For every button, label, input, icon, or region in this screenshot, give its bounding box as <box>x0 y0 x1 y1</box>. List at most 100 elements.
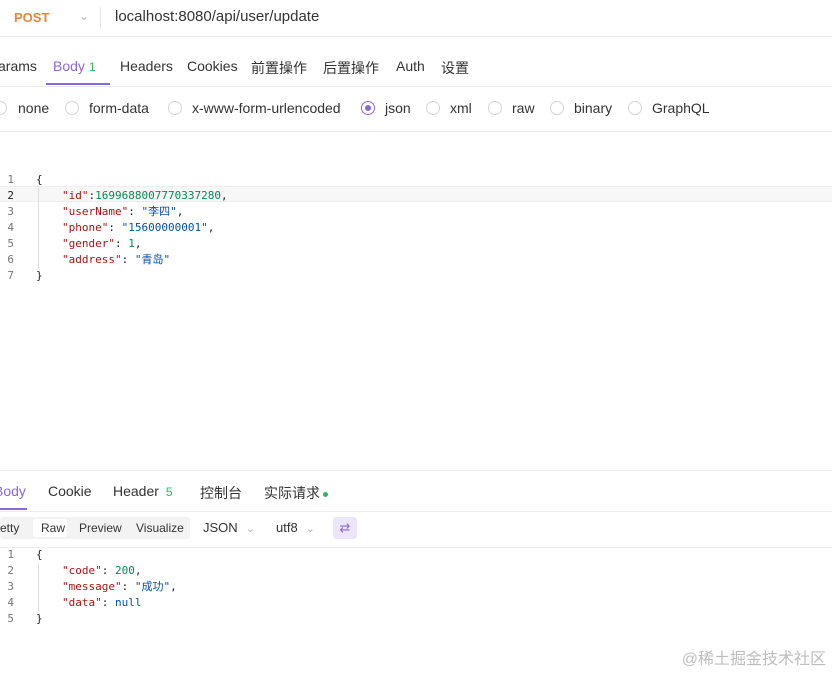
response-tabs: Body Cookie Header 5 控制台 实际请求 <box>0 470 832 512</box>
encoding-select-value: utf8 <box>276 520 298 535</box>
line-number: 5 <box>7 612 14 625</box>
line-number: 2 <box>7 564 14 577</box>
tab-pre-processors[interactable]: 前置操作 <box>251 58 307 78</box>
tab-actual-request-label: 实际请求 <box>264 485 320 501</box>
json-sep: : <box>101 596 115 609</box>
json-key: "phone" <box>62 221 109 234</box>
tab-actual-request[interactable]: 实际请求 <box>264 483 328 503</box>
tab-header-label: Header <box>113 483 159 499</box>
format-select-value: JSON <box>203 520 238 535</box>
radio-label: json <box>385 100 411 116</box>
watermark: @稀土掘金技术社区 <box>681 651 826 668</box>
line-number: 2 <box>7 189 14 202</box>
view-pretty-button[interactable]: retty <box>0 520 19 536</box>
format-select[interactable]: JSON ⌄ <box>203 520 255 535</box>
tab-headers[interactable]: Headers <box>120 58 173 74</box>
tab-params[interactable]: arams <box>0 58 37 74</box>
radio-label: x-www-form-urlencoded <box>192 100 341 116</box>
json-key: "address" <box>62 253 122 266</box>
json-value: 1699688007770337280 <box>95 189 221 202</box>
tab-cookies[interactable]: Cookies <box>187 58 238 74</box>
tab-body-count: 1 <box>88 60 96 74</box>
url-bar: POST ⌄ localhost:8080/api/user/update <box>0 0 832 37</box>
tab-body-label: Body <box>53 58 85 74</box>
json-comma: , <box>207 221 215 234</box>
tab-body[interactable]: Body 1 <box>53 58 96 74</box>
json-sep: : <box>128 205 142 218</box>
radio-circle[interactable] <box>0 101 7 115</box>
json-comma: , <box>134 237 142 250</box>
json-value: "15600000001" <box>121 221 208 234</box>
radio-circle[interactable] <box>65 101 79 115</box>
json-sep: : <box>114 237 129 250</box>
radio-label: raw <box>512 100 535 116</box>
radio-circle[interactable] <box>488 101 502 115</box>
radio-circle[interactable] <box>628 101 642 115</box>
code-line: "message": "成功", <box>62 579 177 595</box>
line-number: 4 <box>7 596 14 609</box>
json-key: "id" <box>62 189 89 202</box>
chevron-down-icon: ⌄ <box>245 523 255 535</box>
radio-circle[interactable] <box>426 101 440 115</box>
json-comma: , <box>170 580 177 593</box>
tab-auth[interactable]: Auth <box>396 58 425 74</box>
code-line: "gender": 1, <box>62 236 141 252</box>
body-type-selector: none form-data x-www-form-urlencoded jso… <box>0 86 832 132</box>
json-value: 1 <box>128 237 135 250</box>
json-sep: : <box>108 221 122 234</box>
json-key: "code" <box>62 564 102 577</box>
line-number: 6 <box>7 253 14 266</box>
view-mode-group: retty Raw Preview Visualize <box>0 517 190 539</box>
response-toolbar: retty Raw Preview Visualize JSON⌄ utf8⌄ … <box>0 511 832 548</box>
code-brace-open: { <box>36 548 43 561</box>
json-key: "data" <box>62 596 102 609</box>
view-raw-button[interactable]: Raw <box>41 520 65 536</box>
json-key: "gender" <box>62 237 115 250</box>
status-dot-icon <box>323 491 328 497</box>
json-value: 200 <box>115 564 135 577</box>
url-input[interactable]: localhost:8080/api/user/update <box>115 8 319 25</box>
radio-circle[interactable] <box>168 101 182 115</box>
line-number: 5 <box>7 237 14 250</box>
line-number: 1 <box>7 548 14 561</box>
active-tab-indicator <box>0 508 27 510</box>
divider <box>100 7 101 29</box>
json-value: "李四" <box>141 205 177 218</box>
tab-header-count: 5 <box>165 485 173 499</box>
json-comma: , <box>220 189 228 202</box>
radio-circle[interactable] <box>550 101 564 115</box>
line-number: 3 <box>7 580 14 593</box>
code-line: "data": null <box>62 595 142 611</box>
view-visualize-button[interactable]: Visualize <box>136 520 184 536</box>
code-line: "userName": "李四", <box>62 204 183 220</box>
tab-response-header[interactable]: Header 5 <box>113 483 173 499</box>
chevron-down-icon[interactable]: ⌄ <box>79 9 89 23</box>
active-tab-indicator <box>46 83 110 85</box>
line-number: 4 <box>7 221 14 234</box>
tab-response-body[interactable]: Body <box>0 483 26 499</box>
code-line: "code": 200, <box>62 563 142 579</box>
line-number: 3 <box>7 205 14 218</box>
indent-guide <box>38 563 39 611</box>
tab-post-processors[interactable]: 后置操作 <box>323 58 379 78</box>
radio-label: none <box>18 100 50 116</box>
encoding-select[interactable]: utf8 ⌄ <box>276 520 315 535</box>
request-tabs: arams Body 1 Headers Cookies 前置操作 后置操作 Au… <box>0 36 832 87</box>
line-number: 1 <box>7 173 14 186</box>
radio-circle-selected[interactable] <box>361 101 375 115</box>
tab-settings[interactable]: 设置 <box>441 58 469 78</box>
method-select[interactable]: POST <box>14 10 49 25</box>
json-sep: : <box>101 564 115 577</box>
wrap-lines-icon: ⇄ <box>339 520 351 535</box>
code-brace-close: } <box>36 269 43 282</box>
tab-response-cookie[interactable]: Cookie <box>48 483 92 499</box>
radio-label: GraphQL <box>652 100 710 116</box>
code-brace-close: } <box>36 612 43 625</box>
json-comma: , <box>134 564 142 577</box>
tab-console[interactable]: 控制台 <box>200 483 242 503</box>
wrap-lines-button[interactable]: ⇄ <box>333 517 357 539</box>
view-preview-button[interactable]: Preview <box>79 520 122 536</box>
json-key: "message" <box>62 580 122 593</box>
request-body-editor[interactable]: 1 2 3 4 5 6 7 { "id":1699688007770337280… <box>0 170 832 470</box>
response-body-viewer[interactable]: 1 2 3 4 5 { "code": 200, "message": "成功"… <box>0 547 832 637</box>
